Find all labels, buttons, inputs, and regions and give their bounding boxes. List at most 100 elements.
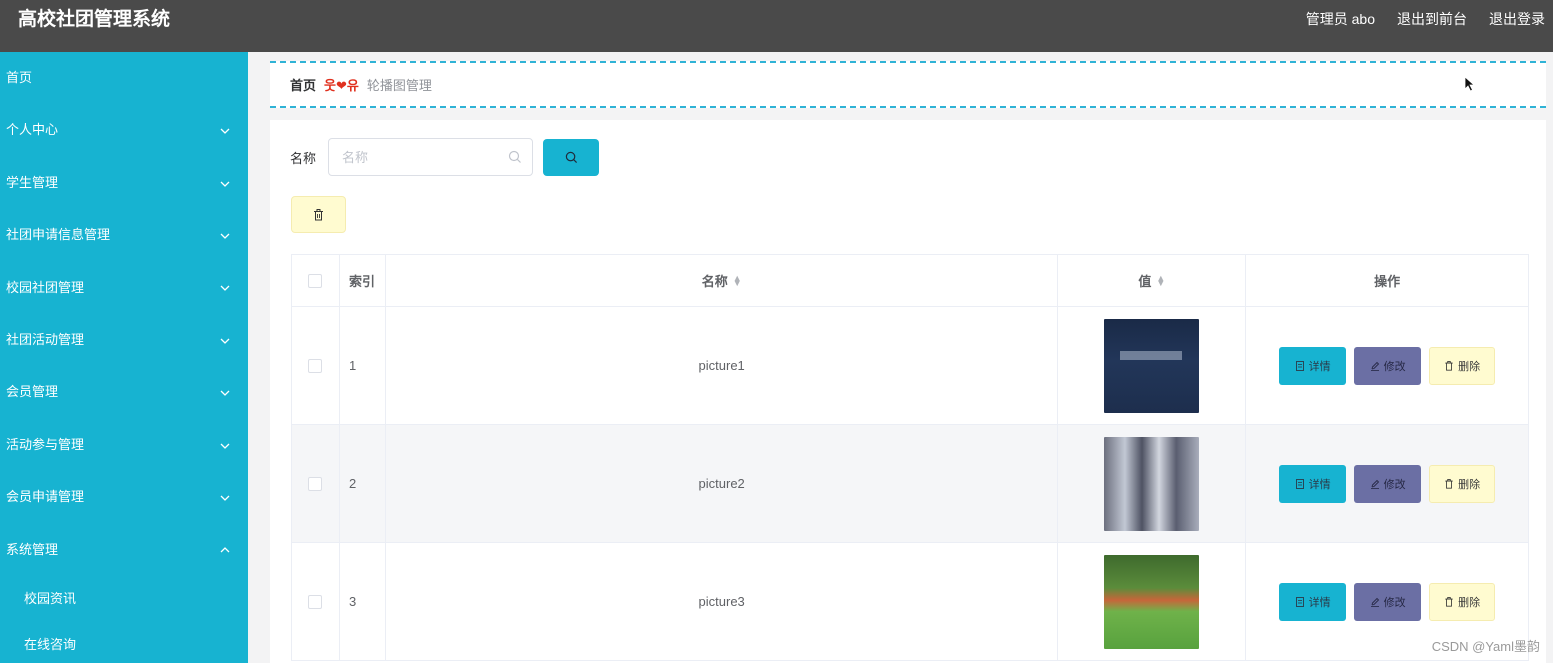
row-checkbox[interactable]: [308, 358, 323, 373]
search-icon: [565, 151, 577, 163]
pencil-icon: [1370, 361, 1379, 371]
search-icon: [508, 150, 521, 163]
row-checkbox-cell: [292, 543, 340, 660]
detail-button[interactable]: 详情: [1279, 464, 1347, 503]
delete-button[interactable]: 删除: [1429, 582, 1496, 621]
row-name: picture2: [386, 425, 1059, 542]
header-name[interactable]: 名称 ▲ ▼: [386, 255, 1059, 306]
sidebar-item-label: 会员申请管理: [6, 489, 85, 505]
sidebar-item-label: 学生管理: [6, 174, 59, 190]
chevron-down-icon: [220, 419, 230, 471]
batch-delete-button[interactable]: [291, 196, 346, 233]
chevron-down-icon: [220, 314, 230, 366]
table-row: 3 picture3 详情 修改 删除: [292, 543, 1528, 661]
pencil-icon: [1370, 597, 1379, 607]
row-name: picture1: [386, 307, 1059, 424]
table-row: 1 picture1 详情 修改 删除: [292, 307, 1528, 425]
breadcrumb-bar: 首页 웃❤유 轮播图管理: [270, 61, 1546, 108]
header-index-label: 索引: [348, 274, 375, 289]
row-index: 3: [340, 543, 386, 660]
edit-button[interactable]: 修改: [1354, 582, 1422, 621]
data-table: 索引 名称 ▲ ▼ 值 ▲ ▼ 操作 1 picture1 详情 修改 删除 2…: [291, 254, 1529, 661]
document-icon: [1295, 360, 1304, 371]
sidebar-item-home[interactable]: 首页: [0, 52, 248, 104]
row-index: 2: [340, 425, 386, 542]
sidebar-item-club-applications[interactable]: 社团申请信息管理: [0, 209, 248, 261]
chevron-down-icon: [220, 157, 230, 209]
chevron-down-icon: [220, 262, 230, 314]
sidebar-item-label: 个人中心: [6, 122, 59, 138]
sidebar-item-label: 系统管理: [6, 541, 59, 557]
edit-label: 修改: [1383, 478, 1406, 491]
breadcrumb: 首页 웃❤유 轮播图管理: [290, 75, 432, 94]
row-ops: 详情 修改 删除: [1246, 425, 1528, 542]
chevron-down-icon: [220, 104, 230, 156]
sidebar-item-activity-participation[interactable]: 活动参与管理: [0, 419, 248, 471]
breadcrumb-home[interactable]: 首页: [290, 75, 316, 94]
sidebar-item-label: 社团申请信息管理: [6, 227, 111, 243]
logout-link[interactable]: 退出登录: [1489, 10, 1545, 28]
row-value-cell: [1058, 307, 1247, 424]
row-checkbox-cell: [292, 425, 340, 542]
sidebar-item-member-applications[interactable]: 会员申请管理: [0, 471, 248, 523]
top-bar: 高校社团管理系统 管理员 abo 退出到前台 退出登录: [0, 0, 1553, 52]
trash-icon: [314, 208, 323, 220]
edit-label: 修改: [1383, 596, 1406, 609]
sidebar-subitem-campus-news[interactable]: 校园资讯: [0, 576, 248, 622]
row-value-cell: [1058, 425, 1247, 542]
sort-icon[interactable]: ▲ ▼: [733, 273, 742, 287]
sidebar-item-profile[interactable]: 个人中心: [0, 104, 248, 156]
search-input[interactable]: [329, 139, 500, 175]
header-name-label: 名称: [701, 274, 728, 289]
row-value-cell: [1058, 543, 1247, 660]
delete-button[interactable]: 删除: [1429, 346, 1496, 385]
sidebar-item-label: 社团活动管理: [6, 331, 85, 347]
select-all-checkbox[interactable]: [308, 273, 323, 288]
sidebar-item-club-activities[interactable]: 社团活动管理: [0, 314, 248, 366]
chevron-down-icon: [220, 366, 230, 418]
sidebar-item-members[interactable]: 会员管理: [0, 366, 248, 418]
sidebar-item-label: 首页: [6, 70, 33, 85]
delete-label: 删除: [1458, 596, 1481, 609]
sidebar-item-system[interactable]: 系统管理: [0, 524, 248, 576]
pencil-icon: [1370, 479, 1379, 489]
document-icon: [1295, 478, 1304, 489]
header-ops: 操作: [1246, 255, 1528, 306]
row-ops: 详情 修改 删除: [1246, 307, 1528, 424]
main-area: 首页 웃❤유 轮播图管理 名称 名称 索引 名称 ▲ ▼ 值 ▲ ▼ 操作 1 …: [248, 52, 1553, 663]
detail-label: 详情: [1308, 360, 1331, 373]
search-label: 名称: [290, 150, 317, 166]
row-thumbnail-image: [1104, 318, 1200, 413]
sidebar-item-campus-clubs[interactable]: 校园社团管理: [0, 262, 248, 314]
header-value-label: 值: [1138, 274, 1152, 289]
admin-user-link[interactable]: 管理员 abo: [1306, 10, 1375, 28]
breadcrumb-separator: 웃❤유: [324, 78, 359, 93]
delete-button[interactable]: 删除: [1429, 464, 1496, 503]
sidebar-item-label: 校园社团管理: [6, 279, 85, 295]
trash-icon: [1445, 478, 1453, 489]
row-checkbox[interactable]: [308, 594, 323, 609]
trash-icon: [1445, 360, 1453, 371]
sidebar-subitem-online-consult[interactable]: 在线咨询: [0, 622, 248, 663]
delete-label: 删除: [1458, 478, 1481, 491]
edit-button[interactable]: 修改: [1354, 346, 1422, 385]
watermark: CSDN @Yaml墨韵: [1431, 639, 1540, 654]
detail-button[interactable]: 详情: [1279, 582, 1347, 621]
row-checkbox[interactable]: [308, 476, 323, 491]
edit-label: 修改: [1383, 360, 1406, 373]
top-links: 管理员 abo 退出到前台 退出登录: [1306, 10, 1545, 28]
sort-icon[interactable]: ▲ ▼: [1156, 273, 1165, 287]
content-panel: 名称 名称 索引 名称 ▲ ▼ 值 ▲ ▼ 操作 1 picture1 详情 修…: [270, 120, 1546, 663]
header-value[interactable]: 值 ▲ ▼: [1058, 255, 1247, 306]
search-button[interactable]: [543, 138, 600, 176]
search-row: 名称: [290, 138, 600, 176]
edit-button[interactable]: 修改: [1354, 464, 1422, 503]
search-input-wrapper: [328, 138, 534, 176]
detail-label: 详情: [1308, 478, 1331, 491]
table-header-row: 索引 名称 ▲ ▼ 值 ▲ ▼ 操作: [292, 255, 1528, 307]
app-title: 高校社团管理系统: [18, 9, 171, 30]
detail-button[interactable]: 详情: [1279, 346, 1347, 385]
header-index: 索引: [340, 255, 386, 306]
sidebar-item-students[interactable]: 学生管理: [0, 157, 248, 209]
exit-to-frontend-link[interactable]: 退出到前台: [1397, 10, 1467, 28]
